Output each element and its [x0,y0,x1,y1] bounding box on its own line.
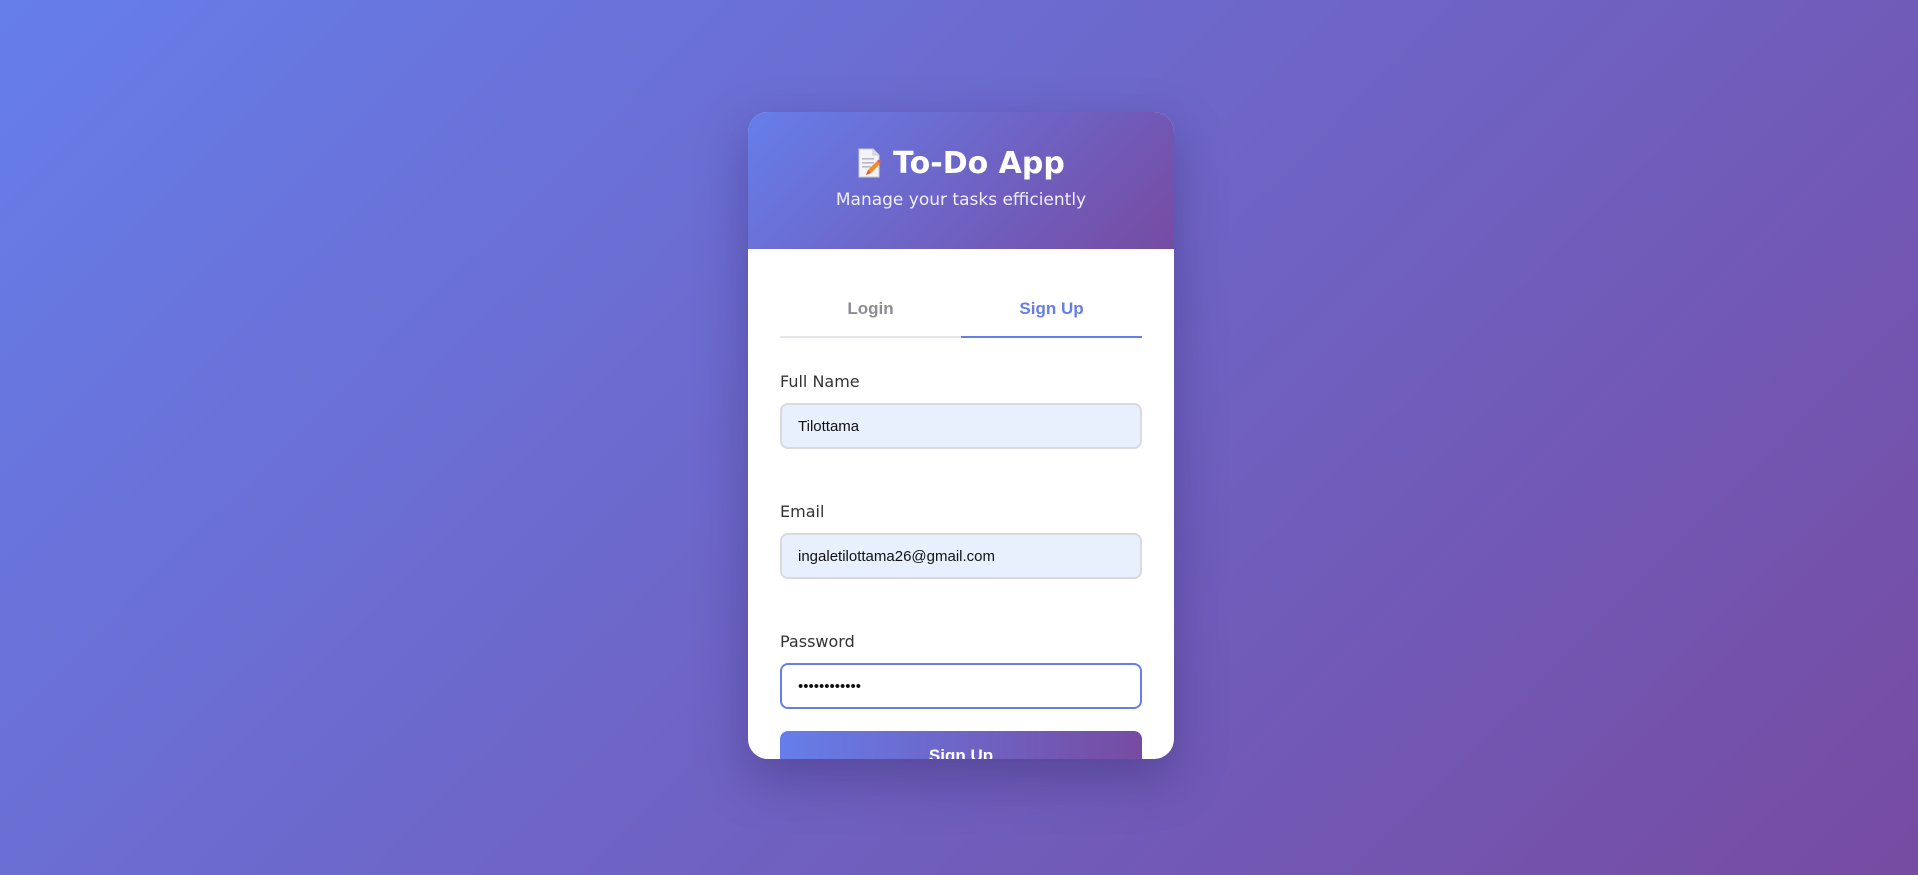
memo-pencil-icon [857,148,882,178]
full-name-input[interactable] [780,403,1142,449]
card-header: To-Do App Manage your tasks efficiently [748,112,1174,249]
sign-up-button[interactable]: Sign Up [780,731,1142,759]
email-label: Email [780,502,825,521]
password-field-group: Password [780,631,1142,709]
password-label: Password [780,632,855,651]
app-title: To-Do App [893,145,1065,181]
app-subtitle: Manage your tasks efficiently [835,190,1087,210]
email-input[interactable] [780,533,1142,579]
title-row: To-Do App [748,145,1174,181]
signup-card: To-Do App Manage your tasks efficiently … [748,112,1174,759]
card-body: Login Sign Up Full Name Email Password S… [748,249,1174,759]
tab-login[interactable]: Login [780,282,961,336]
tab-sign-up[interactable]: Sign Up [961,282,1142,338]
password-input[interactable] [780,663,1142,709]
full-name-label: Full Name [780,372,860,391]
auth-tabs: Login Sign Up [780,282,1142,338]
email-field-group: Email [780,501,1142,579]
full-name-field-group: Full Name [780,371,1142,449]
